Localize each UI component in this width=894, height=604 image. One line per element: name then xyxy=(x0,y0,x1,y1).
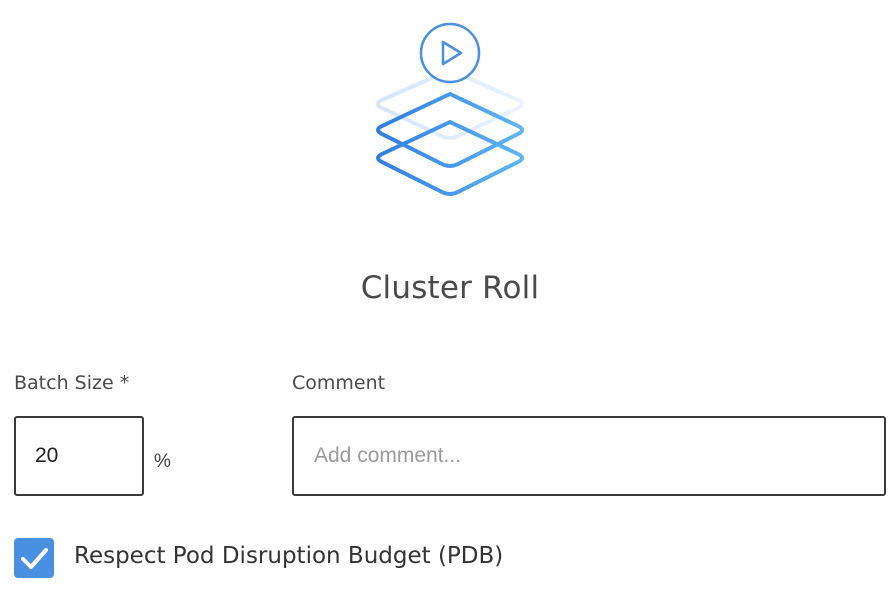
batch-size-unit: % xyxy=(154,451,171,472)
comment-input[interactable] xyxy=(292,416,886,496)
comment-label: Comment xyxy=(292,372,386,394)
layers-play-icon xyxy=(376,22,524,196)
dialog-title: Cluster Roll xyxy=(360,270,540,306)
pdb-checkbox-label[interactable]: Respect Pod Disruption Budget (PDB) xyxy=(74,543,503,569)
batch-size-label: Batch Size * xyxy=(14,372,130,394)
pdb-checkbox[interactable] xyxy=(14,538,54,578)
check-icon xyxy=(21,548,48,569)
batch-size-input[interactable] xyxy=(14,416,144,496)
cluster-roll-dialog: Cluster Roll Batch Size * Comment % Resp… xyxy=(0,0,894,604)
